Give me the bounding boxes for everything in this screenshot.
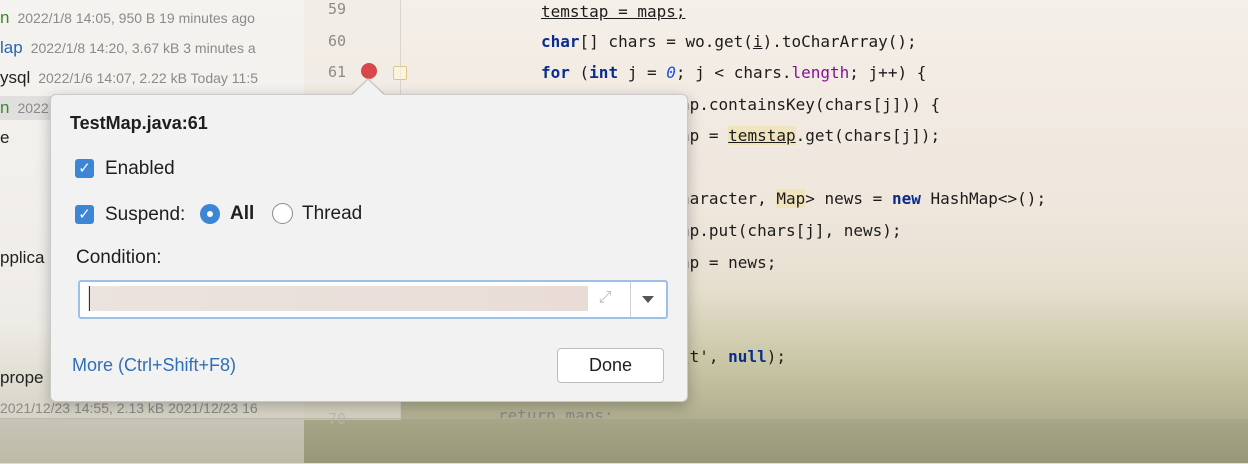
breakpoint-icon[interactable]: [361, 63, 377, 79]
breakpoint-properties-popup: TestMap.java:61 ✓ Enabled ✓ Suspend: All…: [50, 94, 688, 402]
code-line: ap.containsKey(chars[j])) {: [680, 95, 941, 114]
code-line: \t', null);: [680, 347, 786, 366]
tree-row[interactable]: n 2022/1/8 14:05, 950 B 19 minutes ago: [0, 6, 304, 30]
enabled-checkbox[interactable]: ✓: [75, 159, 94, 178]
tree-item-name: pplica: [0, 248, 45, 267]
chevron-down-icon[interactable]: [642, 296, 654, 303]
text-caret: [89, 286, 90, 311]
code-line: ap = temstap.get(chars[j]);: [680, 126, 941, 145]
code-line: ap = news;: [680, 253, 777, 272]
suspend-checkbox[interactable]: ✓: [75, 205, 94, 224]
tree-item-meta: 2021/12/23 14:55, 2.13 kB 2021/12/23 16: [0, 400, 258, 416]
code-line: ap.put(chars[j], news);: [680, 221, 902, 240]
code-line: for (int j = 0; j < chars.length; j++) {: [541, 63, 927, 82]
popup-pointer-fill: [351, 80, 385, 96]
tree-item-name: prope: [0, 368, 44, 387]
enabled-label[interactable]: Enabled: [105, 158, 175, 180]
code-line: temstap = maps;: [541, 2, 686, 21]
tree-item-meta: 2022: [17, 100, 49, 116]
line-number: 61: [327, 63, 346, 81]
tree-item-meta: 2022/1/8 14:20, 3.67 kB 3 minutes a: [30, 40, 256, 56]
code-line: char[] chars = wo.get(i).toCharArray();: [541, 32, 917, 51]
more-link[interactable]: More (Ctrl+Shift+F8): [72, 355, 236, 376]
condition-text-field[interactable]: [88, 286, 588, 311]
bottom-toolbar: [0, 418, 1248, 464]
suspend-thread-label[interactable]: Thread: [302, 203, 362, 225]
tree-row[interactable]: lap 2022/1/8 14:20, 3.67 kB 3 minutes a: [0, 36, 304, 60]
suspend-label[interactable]: Suspend:: [105, 204, 185, 226]
code-line: return maps;: [498, 406, 614, 418]
condition-input[interactable]: ⤢: [78, 280, 668, 319]
expand-editor-icon[interactable]: ⤢: [594, 287, 616, 309]
tree-item-name: lap: [0, 38, 23, 57]
tree-item-meta: 2022/1/8 14:05, 950 B 19 minutes ago: [17, 10, 255, 26]
dropdown-divider: [630, 282, 631, 317]
condition-label: Condition:: [76, 247, 162, 268]
suspend-all-radio[interactable]: [200, 204, 220, 224]
line-number: 59: [327, 0, 346, 18]
popup-title: TestMap.java:61: [70, 113, 208, 133]
tree-item-name: n: [0, 98, 10, 117]
tree-item-name: ysql: [0, 68, 31, 87]
suspend-thread-radio[interactable]: [272, 203, 293, 224]
tree-item-name: n: [0, 8, 10, 27]
done-button[interactable]: Done: [557, 348, 664, 383]
tree-item-meta: 2022/1/6 14:07, 2.22 kB Today 11:5: [38, 70, 259, 86]
code-line: haracter, Map> news = new HashMap<>();: [680, 189, 1047, 208]
line-number: 60: [327, 32, 346, 50]
suspend-all-label[interactable]: All: [230, 203, 254, 225]
tree-row[interactable]: ysql 2022/1/6 14:07, 2.22 kB Today 11:5: [0, 66, 304, 90]
tree-item-name: e: [0, 128, 10, 147]
